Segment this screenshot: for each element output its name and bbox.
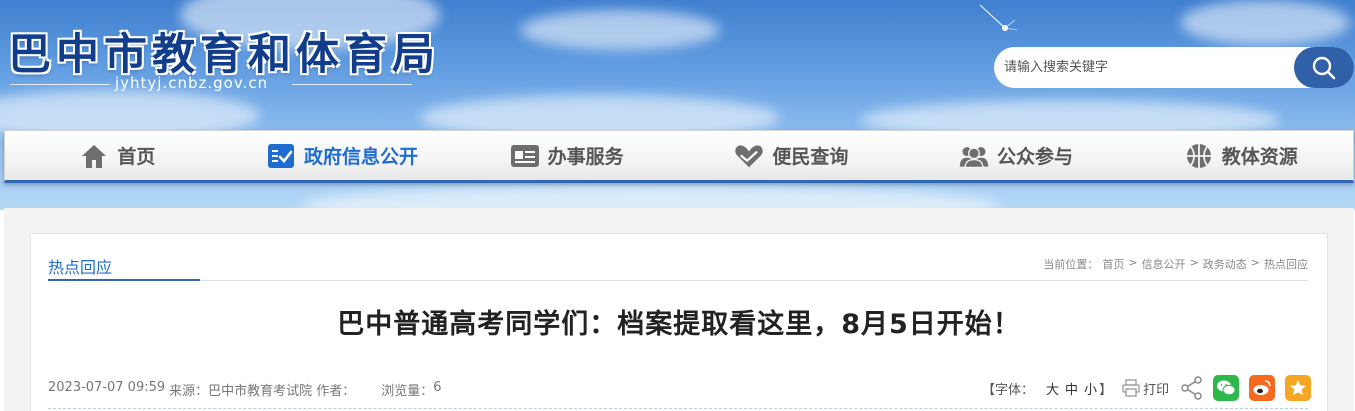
breadcrumb-link-news[interactable]: 政务动态 [1203, 256, 1247, 272]
print-button[interactable]: 打印 [1122, 379, 1169, 398]
share-button[interactable] [1181, 376, 1203, 400]
favorite-icon [1290, 380, 1307, 396]
nav-item-gov-info[interactable]: 政府信息公开 [230, 131, 455, 180]
breadcrumb-link-info[interactable]: 信息公开 [1142, 256, 1186, 272]
source-label: 来源： [169, 384, 209, 399]
people-icon [959, 141, 989, 171]
print-icon [1122, 379, 1140, 397]
section-underline [48, 279, 200, 281]
nav-label-resources: 教体资源 [1221, 146, 1298, 168]
article-title: 巴中普通高考同学们：档案提取看这里，8月5日开始！ [337, 309, 1021, 340]
article-meta: 2023-07-07 09:59 来源： 巴中市教育考试院 作者： 浏览量： 6 [48, 380, 446, 399]
weibo-icon [1253, 380, 1271, 395]
breadcrumb-separator: > [1128, 256, 1138, 269]
breadcrumb-prefix: 当前位置： [1043, 258, 1099, 271]
meta-divider [48, 408, 1308, 409]
wechat-icon [1217, 380, 1236, 396]
nav-label-home: 首页 [117, 146, 156, 168]
wechat-share-button[interactable] [1213, 375, 1240, 401]
search-icon [1312, 56, 1336, 79]
url-divider-left [10, 84, 110, 85]
heart-hand-icon [734, 141, 764, 171]
article-tools: 【字体： 大 中 小 】 打印 [982, 374, 1312, 402]
search-input[interactable] [994, 47, 1294, 88]
nav-item-resources[interactable]: 教体资源 [1128, 131, 1353, 180]
font-size-large[interactable]: 大 [1046, 379, 1059, 398]
main-nav: 首页 政府信息公开 办事服务 便民查询 公众参与 教体资源 [4, 130, 1354, 183]
nav-item-participation[interactable]: 公众参与 [904, 131, 1129, 180]
share-icon [1181, 376, 1202, 400]
views-count: 6 [433, 380, 442, 395]
author-label: 作者： [316, 384, 356, 399]
dandelion-decoration [979, 4, 1018, 31]
breadcrumb: 当前位置： 首页 > 信息公开 > 政务动态 > 热点回应 [1043, 256, 1308, 272]
favorite-button[interactable] [1285, 375, 1312, 401]
section-divider [200, 280, 1308, 281]
nav-label-participation: 公众参与 [997, 146, 1074, 168]
print-label: 打印 [1143, 382, 1170, 398]
home-icon [79, 141, 109, 171]
nav-item-services[interactable]: 办事服务 [454, 131, 679, 180]
site-title[interactable]: 巴中市教育和体育局 [8, 20, 440, 82]
nav-item-home[interactable]: 首页 [5, 131, 230, 180]
url-divider-right [292, 84, 412, 85]
font-size-small[interactable]: 小 [1084, 379, 1097, 398]
breadcrumb-separator: > [1250, 256, 1260, 269]
id-card-icon [510, 141, 540, 171]
nav-label-gov-info: 政府信息公开 [304, 146, 419, 168]
nav-label-services: 办事服务 [547, 146, 624, 168]
section-title[interactable]: 热点回应 [48, 254, 112, 278]
nav-item-query[interactable]: 便民查询 [679, 131, 904, 180]
article-source: 巴中市教育考试院 [208, 384, 313, 399]
breadcrumb-link-home[interactable]: 首页 [1102, 256, 1124, 272]
font-size-medium[interactable]: 中 [1065, 379, 1078, 398]
basketball-icon [1184, 141, 1214, 171]
font-size-label: 【字体： [982, 382, 1035, 398]
weibo-share-button[interactable] [1249, 375, 1276, 401]
breadcrumb-link-hotspot[interactable]: 热点回应 [1264, 256, 1308, 272]
site-url: jyhtyj.cnbz.gov.cn [115, 74, 269, 92]
breadcrumb-separator: > [1189, 256, 1199, 269]
font-size-close: 】 [1099, 382, 1113, 398]
search-button[interactable] [1294, 47, 1354, 88]
search-box [994, 47, 1354, 88]
nav-label-query: 便民查询 [772, 146, 849, 168]
views-label: 浏览量： [381, 384, 434, 399]
article-date: 2023-07-07 09:59 [48, 380, 166, 395]
checklist-icon [266, 141, 296, 171]
